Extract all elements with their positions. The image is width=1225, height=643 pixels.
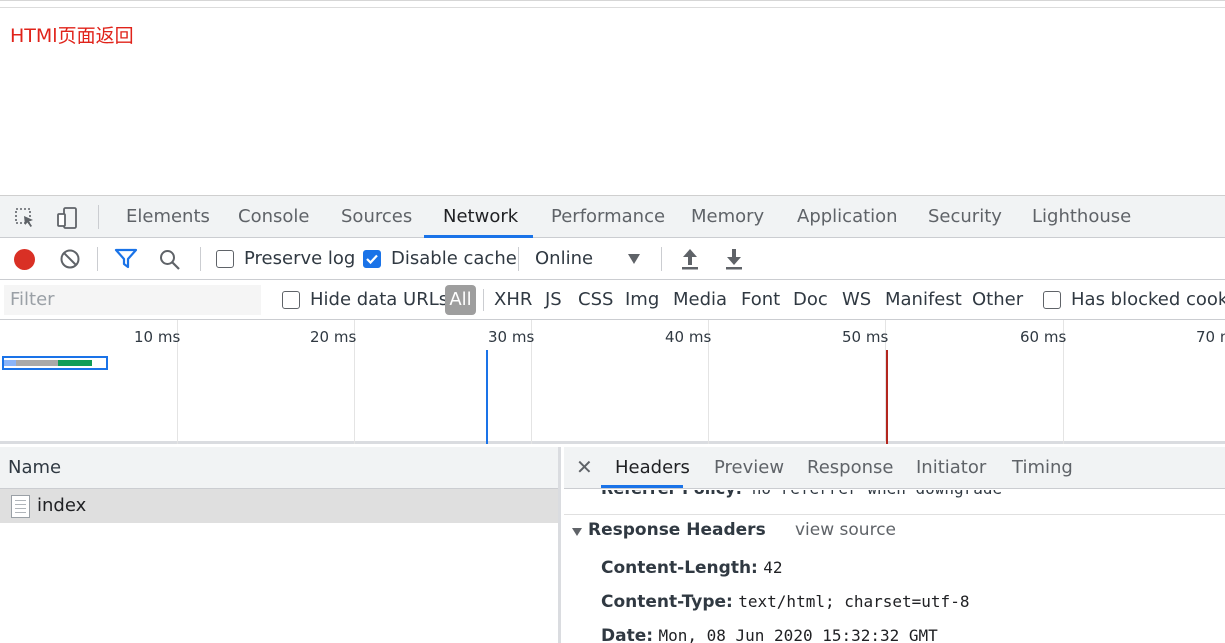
load-event-marker [886, 350, 888, 444]
tabbar-separator [98, 205, 99, 229]
document-icon [11, 495, 30, 518]
device-toolbar-icon[interactable] [55, 206, 79, 230]
tab-preview[interactable]: Preview [714, 447, 784, 489]
view-source-link[interactable]: view source [795, 520, 896, 540]
tab-performance[interactable]: Performance [551, 196, 665, 238]
clear-icon[interactable] [59, 248, 81, 274]
has-blocked-cookies-checkbox[interactable] [1043, 291, 1061, 309]
record-icon[interactable] [14, 249, 35, 270]
tab-network[interactable]: Network [443, 196, 518, 238]
search-icon[interactable] [158, 248, 182, 276]
waterfall-queue-segment [4, 360, 16, 366]
page-body-text: HTMl页面返回 [10, 25, 134, 47]
filter-type-media[interactable]: Media [673, 280, 727, 320]
tab-response[interactable]: Response [807, 447, 893, 489]
waterfall-waiting-segment [16, 360, 58, 366]
timeline-tick-label: 30 ms [488, 328, 535, 346]
filter-icon[interactable] [114, 248, 138, 274]
filter-type-font[interactable]: Font [741, 280, 780, 320]
throttling-select[interactable]: Online [535, 238, 593, 280]
inspect-element-icon[interactable] [13, 206, 37, 230]
requests-table: Name index [0, 447, 561, 643]
waterfall-download-segment [58, 360, 92, 366]
disable-cache-checkbox[interactable] [363, 250, 381, 268]
export-har-icon[interactable] [723, 247, 745, 275]
header-row: Content-Length: 42 [601, 558, 783, 578]
header-key: Content-Length: [601, 558, 758, 578]
filter-type-ws[interactable]: WS [842, 280, 871, 320]
table-row[interactable]: index [0, 489, 558, 523]
filterbar-separator [483, 289, 484, 311]
dropdown-arrow-icon[interactable] [628, 254, 640, 264]
network-filterbar: Filter Hide data URLs All XHR JS CSS Img… [0, 280, 1225, 320]
has-blocked-cookies-label: Has blocked cookie [1071, 289, 1225, 310]
filter-input[interactable]: Filter [4, 285, 261, 315]
timeline-tick-label: 50 ms [842, 328, 889, 346]
tab-memory[interactable]: Memory [691, 196, 764, 238]
request-details-pane: ✕ Headers Preview Response Initiator Tim… [564, 447, 1225, 643]
request-name: index [37, 495, 87, 516]
preserve-log-checkbox[interactable] [216, 250, 234, 268]
timeline-tick-label: 60 ms [1020, 328, 1067, 346]
filter-type-img[interactable]: Img [625, 280, 659, 320]
disable-cache-label: Disable cache [391, 248, 517, 269]
filter-type-xhr[interactable]: XHR [494, 280, 532, 320]
header-value: no-referrer-when-downgrade [752, 490, 1002, 498]
section-title: Response Headers [588, 520, 766, 540]
timeline-tick-label: 20 ms [310, 328, 357, 346]
page-viewport: HTMl页面返回 [0, 0, 1225, 195]
toolbar-separator [518, 247, 519, 271]
timeline-tick-label: 10 ms [134, 328, 181, 346]
preserve-log-label: Preserve log [244, 248, 356, 269]
tab-lighthouse[interactable]: Lighthouse [1032, 196, 1131, 238]
close-icon[interactable]: ✕ [576, 447, 593, 489]
toolbar-separator [661, 247, 662, 271]
filter-type-doc[interactable]: Doc [793, 280, 828, 320]
details-tabbar: ✕ Headers Preview Response Initiator Tim… [564, 447, 1225, 489]
tab-initiator[interactable]: Initiator [916, 447, 986, 489]
tab-sources[interactable]: Sources [341, 196, 412, 238]
tab-application[interactable]: Application [797, 196, 898, 238]
filter-type-css[interactable]: CSS [578, 280, 613, 320]
header-key: Content-Type: [601, 592, 733, 612]
header-value: 42 [763, 558, 783, 577]
header-row: Content-Type: text/html; charset=utf-8 [601, 592, 969, 612]
domcontentloaded-marker [486, 350, 488, 444]
headers-scroll-area[interactable]: Referrer Policy: no-referrer-when-downgr… [564, 490, 1225, 643]
triangle-down-icon [572, 528, 582, 536]
timeline-tick-label: 40 ms [665, 328, 712, 346]
page-top-divider [0, 7, 1225, 8]
section-divider [564, 514, 1225, 515]
filter-type-js[interactable]: JS [545, 280, 562, 320]
tab-console[interactable]: Console [238, 196, 309, 238]
active-details-tab-indicator [601, 485, 683, 488]
header-row: Date: Mon, 08 Jun 2020 15:32:32 GMT [601, 626, 938, 643]
tab-headers[interactable]: Headers [615, 447, 690, 489]
header-value: Mon, 08 Jun 2020 15:32:32 GMT [658, 626, 938, 643]
devtools-panel: Elements Console Sources Network Perform… [0, 195, 1225, 643]
header-value: text/html; charset=utf-8 [738, 592, 970, 611]
header-key: Referrer Policy: [601, 490, 742, 498]
tab-timing[interactable]: Timing [1012, 447, 1073, 489]
request-waterfall-bar [2, 356, 108, 370]
filter-type-manifest[interactable]: Manifest [885, 280, 962, 320]
devtools-tabbar: Elements Console Sources Network Perform… [0, 196, 1225, 238]
timeline-tick-label: 70 m [1196, 328, 1225, 346]
network-toolbar: Preserve log Disable cache Online [0, 238, 1225, 280]
filter-type-other[interactable]: Other [972, 280, 1023, 320]
tab-security[interactable]: Security [928, 196, 1002, 238]
toolbar-separator [97, 247, 98, 271]
hide-data-urls-checkbox[interactable] [282, 291, 300, 309]
toolbar-separator [200, 247, 201, 271]
tab-elements[interactable]: Elements [126, 196, 210, 238]
filter-type-all[interactable]: All [445, 285, 476, 315]
header-row-partial: Referrer Policy: no-referrer-when-downgr… [601, 490, 1002, 498]
column-header-name[interactable]: Name [0, 447, 558, 489]
network-timeline-overview[interactable]: 10 ms 20 ms 30 ms 40 ms 50 ms 60 ms 70 m [0, 320, 1225, 444]
header-key: Date: [601, 626, 654, 643]
import-har-icon[interactable] [679, 247, 701, 275]
hide-data-urls-label: Hide data URLs [310, 289, 449, 310]
